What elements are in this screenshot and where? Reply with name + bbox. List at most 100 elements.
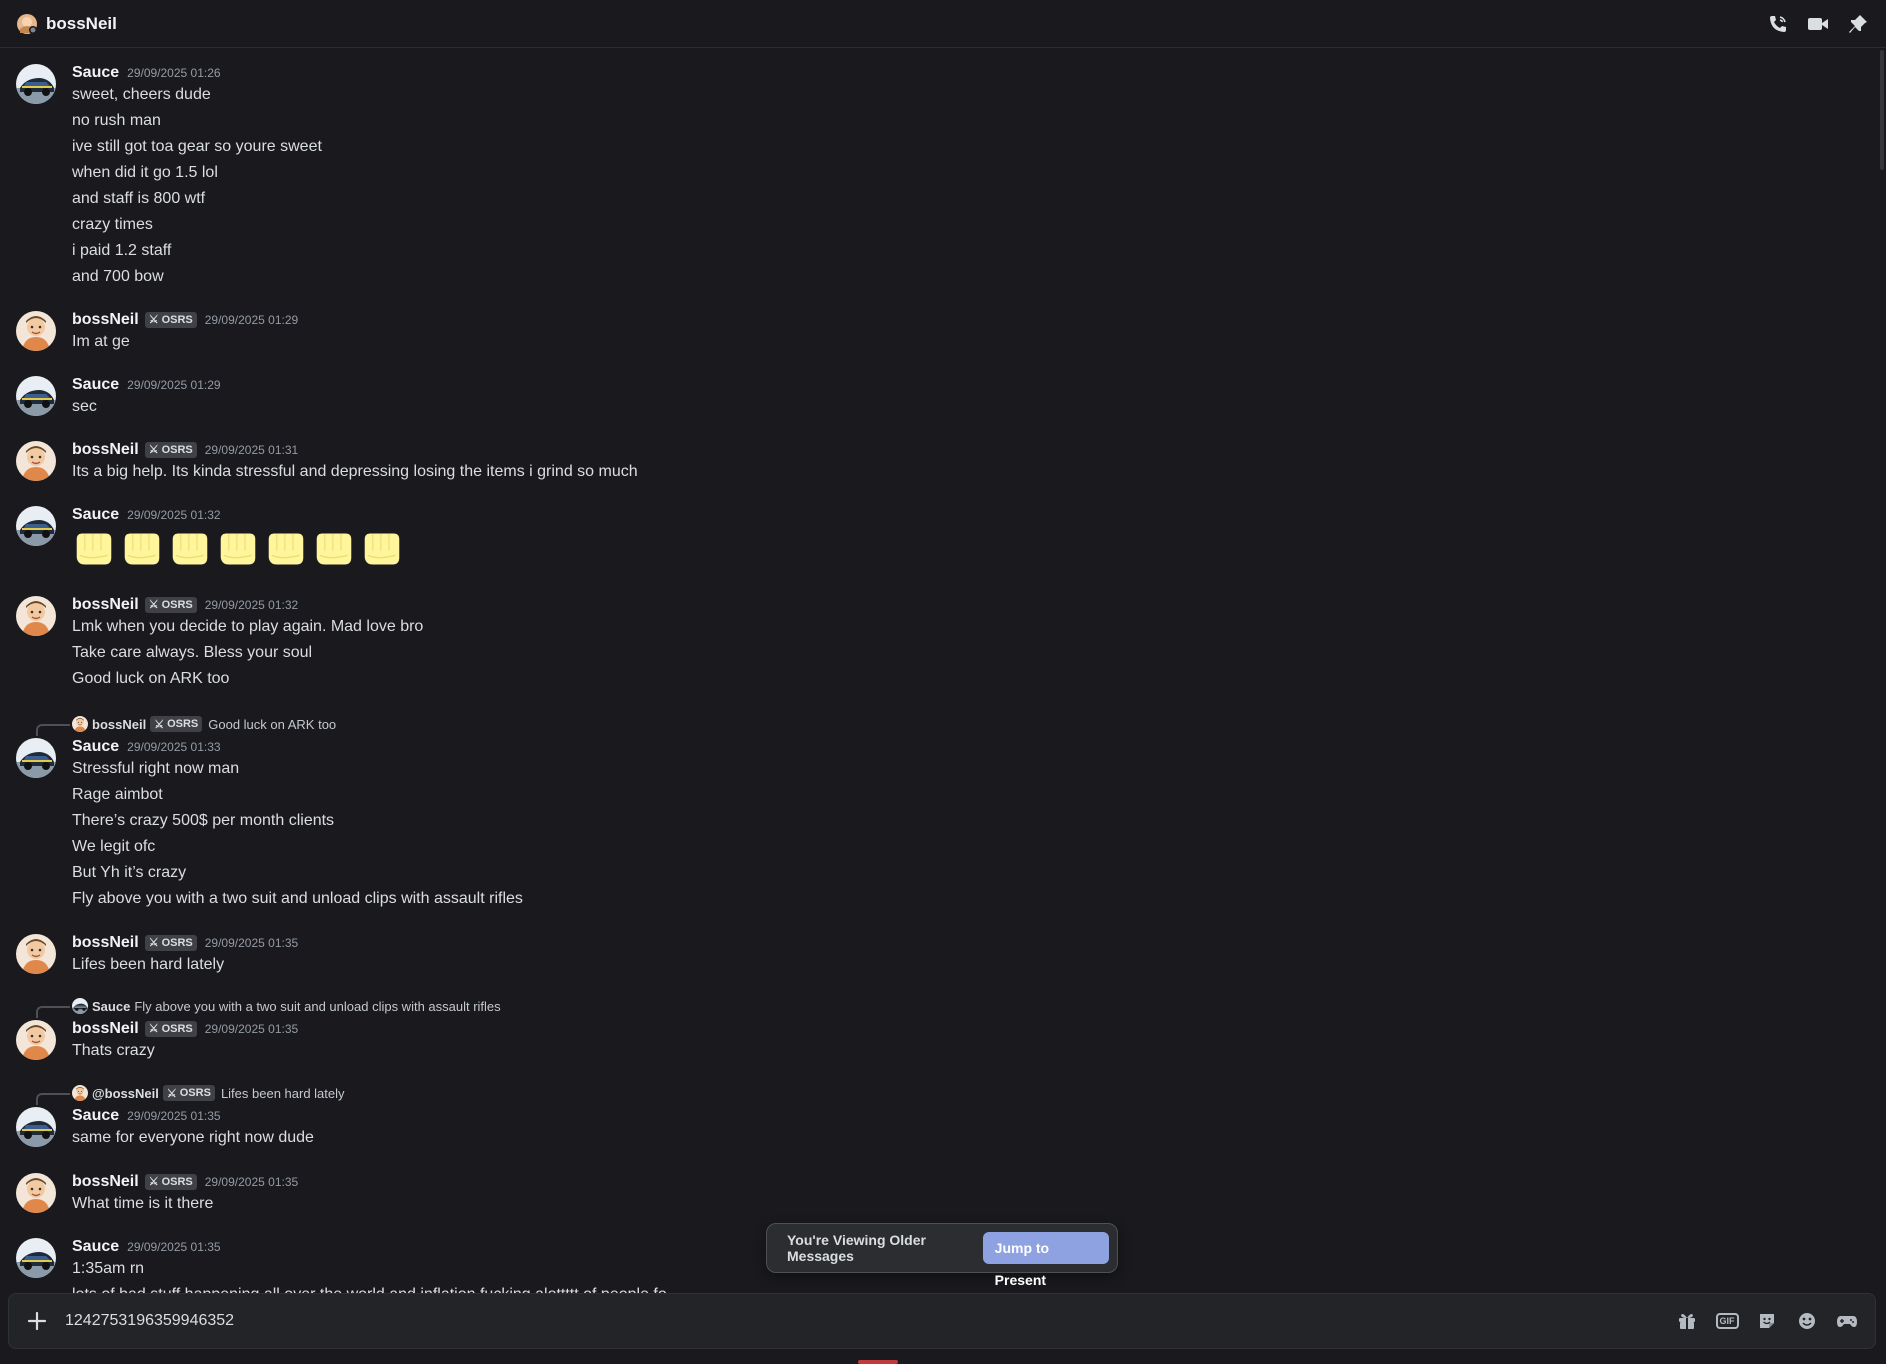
apps-icon[interactable] <box>1835 1309 1859 1333</box>
message-text: sec <box>72 398 97 415</box>
reply-author[interactable]: bossNeil <box>92 717 146 732</box>
author-avatar[interactable] <box>16 596 56 636</box>
server-tag-badge[interactable]: ⚔ OSRS <box>144 311 197 328</box>
reply-text: Good luck on ARK too <box>208 716 337 732</box>
reply-author[interactable]: @bossNeil <box>92 1086 159 1101</box>
phone-icon[interactable] <box>1766 12 1790 36</box>
jump-to-present-button[interactable]: Jump to Present <box>982 1232 1109 1288</box>
message-text: Fly above you with a two suit and unload… <box>72 890 523 907</box>
message-text: But Yh it’s crazy <box>72 864 187 881</box>
sticker-icon[interactable] <box>1755 1309 1779 1333</box>
author-name[interactable]: bossNeil <box>72 1173 139 1191</box>
reply-preview[interactable]: @bossNeil ⚔ OSRS Lifes been hard lately <box>72 1085 345 1101</box>
sword-icon: ⚔ <box>148 314 159 326</box>
author-avatar[interactable] <box>16 1238 56 1278</box>
author-avatar[interactable] <box>16 934 56 974</box>
add-attachment-button[interactable] <box>9 1293 65 1349</box>
message-text: no rush man <box>72 112 161 129</box>
fist-bump-emoji <box>76 532 112 566</box>
message-text: There’s crazy 500$ per month clients <box>72 812 335 829</box>
reply-preview[interactable]: bossNeil ⚔ OSRS Good luck on ARK too <box>72 716 336 732</box>
author-avatar[interactable] <box>16 311 56 351</box>
author-name[interactable]: bossNeil <box>72 934 139 952</box>
message-text: crazy times <box>72 216 153 233</box>
message-text: Its a big help. Its kinda stressful and … <box>72 463 638 480</box>
timestamp: 29/09/2025 01:35 <box>204 1022 299 1036</box>
video-icon[interactable] <box>1806 12 1830 36</box>
message-text: Good luck on ARK too <box>72 670 230 687</box>
reply-text: Lifes been hard lately <box>220 1085 345 1101</box>
fist-bump-emoji <box>268 532 304 566</box>
message-list[interactable]: Sauce 29/09/2025 01:26 sweet, cheers dud… <box>0 48 1880 1293</box>
scrollbar-thumb[interactable] <box>1880 50 1884 170</box>
author-name[interactable]: Sauce <box>72 376 119 394</box>
message-composer: GIF <box>8 1293 1876 1349</box>
sword-icon: ⚔ <box>148 444 159 456</box>
scrollbar[interactable] <box>1880 50 1886 1290</box>
author-name[interactable]: Sauce <box>72 1238 119 1256</box>
gift-icon[interactable] <box>1675 1309 1699 1333</box>
author-name[interactable]: Sauce <box>72 1107 119 1125</box>
reply-spine <box>36 1093 70 1105</box>
author-name[interactable]: Sauce <box>72 64 119 82</box>
author-name[interactable]: bossNeil <box>72 596 139 614</box>
plus-icon <box>27 1311 47 1331</box>
reply-avatar <box>72 716 88 732</box>
server-tag-badge[interactable]: ⚔ OSRS <box>144 596 197 613</box>
author-avatar[interactable] <box>16 506 56 546</box>
author-avatar[interactable] <box>16 64 56 104</box>
timestamp: 29/09/2025 01:31 <box>204 443 299 457</box>
author-name[interactable]: bossNeil <box>72 441 139 459</box>
sword-icon: ⚔ <box>148 1023 159 1035</box>
emoji-icon[interactable] <box>1795 1309 1819 1333</box>
message-input[interactable] <box>65 1312 1675 1330</box>
message-text: when did it go 1.5 lol <box>72 164 218 181</box>
timestamp: 29/09/2025 01:29 <box>204 313 299 327</box>
header-toolbar <box>1766 12 1870 36</box>
reply-avatar <box>72 998 88 1014</box>
server-tag-badge[interactable]: ⚔ OSRS <box>144 1020 197 1037</box>
message-text: Stressful right now man <box>72 760 240 777</box>
timestamp: 29/09/2025 01:35 <box>127 1240 221 1254</box>
timestamp: 29/09/2025 01:32 <box>127 508 221 522</box>
author-name[interactable]: bossNeil <box>72 1020 139 1038</box>
author-avatar[interactable] <box>16 1020 56 1060</box>
fist-bump-emoji <box>364 532 400 566</box>
reply-author[interactable]: Sauce <box>92 999 130 1014</box>
timestamp: 29/09/2025 01:35 <box>204 936 299 950</box>
message-text: same for everyone right now dude <box>72 1129 314 1146</box>
timestamp: 29/09/2025 01:29 <box>127 378 221 392</box>
message-text: ive still got toa gear so youre sweet <box>72 138 322 155</box>
author-name[interactable]: Sauce <box>72 506 119 524</box>
bottom-indicator <box>858 1360 898 1364</box>
older-messages-text: You're Viewing Older Messages <box>787 1232 926 1264</box>
author-name[interactable]: bossNeil <box>72 311 139 329</box>
server-tag-badge[interactable]: ⚔ OSRS <box>144 1173 197 1190</box>
sword-icon: ⚔ <box>148 937 159 949</box>
author-avatar[interactable] <box>16 738 56 778</box>
older-messages-bar: You're Viewing Older Messages Jump to Pr… <box>766 1223 1118 1288</box>
timestamp: 29/09/2025 01:35 <box>204 1175 299 1189</box>
sword-icon: ⚔ <box>148 1176 159 1188</box>
server-tag-badge: ⚔ OSRS <box>150 716 203 732</box>
dm-window: bossNeil Sauce 29/09/2025 01:26 sweet, c… <box>0 0 1886 1364</box>
gif-icon[interactable]: GIF <box>1715 1309 1739 1333</box>
author-avatar[interactable] <box>16 1107 56 1147</box>
author-name[interactable]: Sauce <box>72 738 119 756</box>
timestamp: 29/09/2025 01:33 <box>127 740 221 754</box>
header-avatar[interactable] <box>16 13 38 35</box>
pin-icon[interactable] <box>1846 12 1870 36</box>
reply-spine <box>36 1006 70 1018</box>
server-tag-badge[interactable]: ⚔ OSRS <box>144 441 197 458</box>
server-tag-badge[interactable]: ⚔ OSRS <box>144 934 197 951</box>
reply-preview[interactable]: Sauce Fly above you with a two suit and … <box>72 998 501 1014</box>
author-avatar[interactable] <box>16 1173 56 1213</box>
sword-icon: ⚔ <box>154 718 165 731</box>
message-text: lots of bad stuff happening all over the… <box>72 1284 667 1293</box>
author-avatar[interactable] <box>16 376 56 416</box>
author-avatar[interactable] <box>16 441 56 481</box>
composer-toolbar: GIF <box>1675 1309 1859 1333</box>
channel-title: bossNeil <box>46 13 117 33</box>
server-tag-badge: ⚔ OSRS <box>162 1085 215 1101</box>
fist-bump-emoji <box>124 532 160 566</box>
